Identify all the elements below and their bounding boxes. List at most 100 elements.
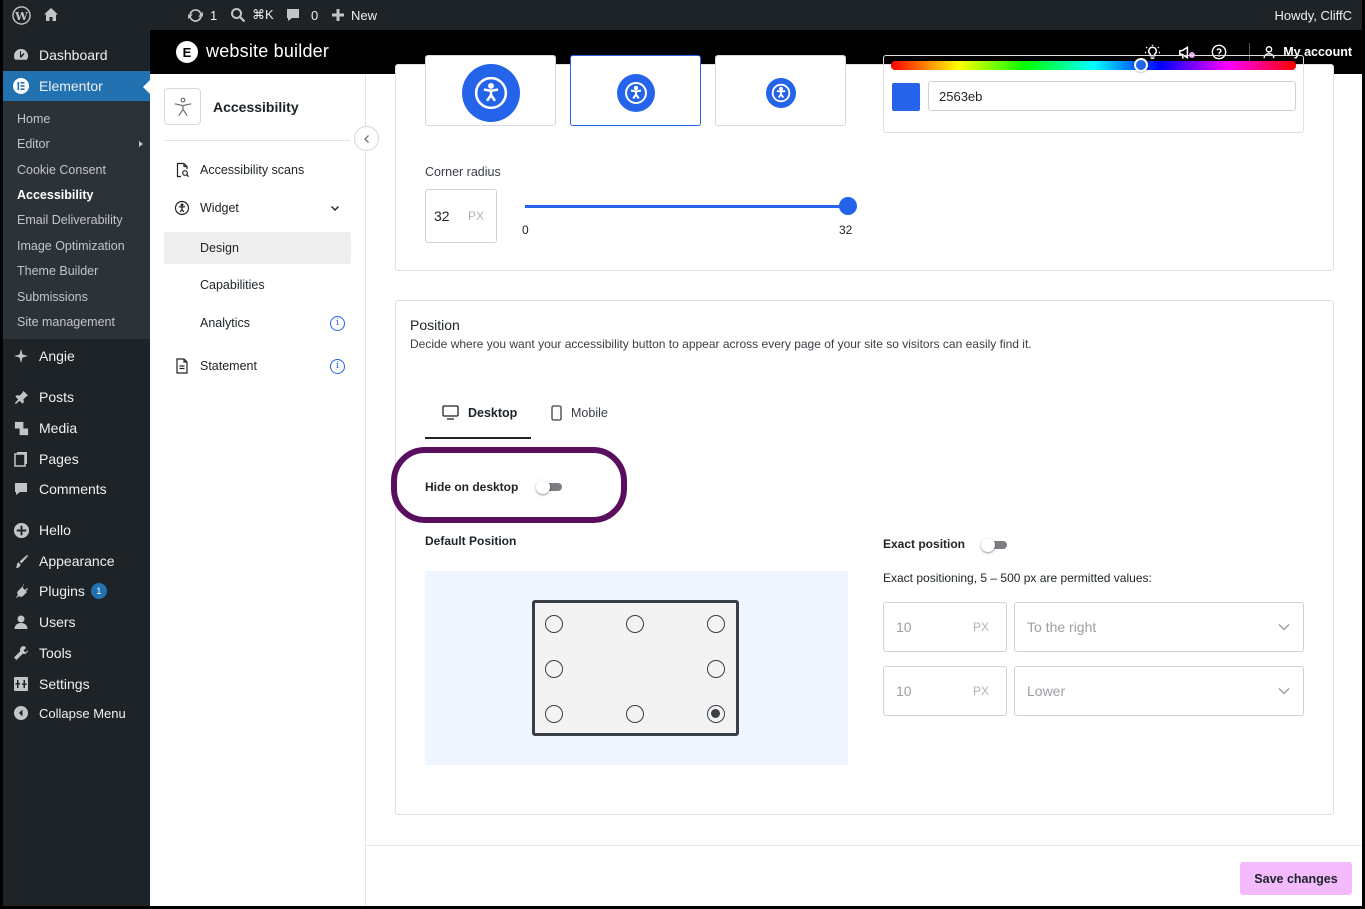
home-icon[interactable]: [43, 0, 59, 30]
corner-radius-slider-track[interactable]: [525, 205, 848, 208]
exact-position-label: Exact position: [883, 537, 966, 551]
submenu-cookie-consent[interactable]: Cookie Consent: [17, 163, 106, 177]
horizontal-direction-select[interactable]: To the right: [1014, 602, 1304, 652]
tab-mobile[interactable]: Mobile: [551, 405, 608, 421]
vertical-direction-select[interactable]: Lower: [1014, 666, 1304, 716]
howdy-user[interactable]: Howdy, CliffC: [1274, 0, 1352, 30]
desktop-icon: [442, 405, 459, 420]
nav-label: Accessibility scans: [200, 163, 305, 177]
submenu-email-deliverability[interactable]: Email Deliverability: [17, 213, 123, 227]
hex-color-input[interactable]: 2563eb: [928, 81, 1296, 111]
position-card: Position Decide where you want your acce…: [391, 300, 1334, 815]
submenu-image-optimization[interactable]: Image Optimization: [17, 239, 125, 253]
nav-accessibility-scans[interactable]: Accessibility scans: [164, 154, 351, 186]
new-content-link[interactable]: New: [331, 0, 377, 30]
position-radio-bottom-left[interactable]: [545, 705, 563, 723]
menu-dashboard[interactable]: Dashboard: [3, 40, 150, 70]
plus-icon: [332, 9, 344, 21]
menu-media[interactable]: Media: [3, 413, 150, 443]
nav-label: Design: [200, 241, 239, 255]
color-picker: 2563eb: [883, 55, 1304, 133]
unit-label: PX: [972, 684, 989, 698]
menu-label: Plugins: [39, 583, 85, 599]
hide-on-desktop-toggle[interactable]: [536, 480, 564, 494]
collapse-sidebar-button[interactable]: [354, 126, 379, 151]
main-content: 2563eb Corner radius 32 PX 0 32 Position…: [366, 55, 1362, 906]
position-radio-top-right[interactable]: [707, 615, 725, 633]
admin-bar: W 1 ⌘K 0 New Howdy, CliffC: [3, 0, 1362, 30]
exact-position-toggle[interactable]: [981, 538, 1009, 552]
position-radio-bottom-right[interactable]: [707, 705, 725, 723]
corner-radius-value: 32: [434, 208, 450, 224]
angie-icon: [3, 347, 39, 365]
divider: [164, 140, 350, 141]
menu-elementor[interactable]: Elementor: [3, 71, 150, 101]
accessibility-button-preview-large: [461, 63, 520, 122]
menu-tools[interactable]: Tools: [3, 638, 150, 668]
info-icon[interactable]: i: [330, 358, 345, 374]
hide-on-desktop-label: Hide on desktop: [425, 480, 519, 494]
menu-label: Appearance: [39, 553, 115, 569]
position-grid-area: [425, 571, 848, 765]
menu-pages[interactable]: Pages: [3, 444, 150, 474]
tab-desktop[interactable]: Desktop: [442, 405, 517, 420]
slider-min-label: 0: [522, 223, 529, 237]
accessibility-person-icon: [624, 81, 647, 104]
position-radio-center-left[interactable]: [545, 660, 563, 678]
hue-slider[interactable]: [891, 61, 1296, 70]
submenu-site-management[interactable]: Site management: [17, 315, 115, 329]
menu-comments[interactable]: Comments: [3, 474, 150, 504]
menu-users[interactable]: Users: [3, 607, 150, 637]
save-changes-button[interactable]: Save changes: [1240, 862, 1352, 895]
position-radio-top-center[interactable]: [626, 615, 644, 633]
updates-link[interactable]: 1: [187, 0, 217, 30]
position-radio-top-left[interactable]: [545, 615, 563, 633]
nav-analytics[interactable]: Analytics i: [164, 307, 351, 339]
wordpress-logo-icon[interactable]: W: [12, 0, 31, 30]
updates-icon: [188, 8, 203, 22]
hue-slider-handle[interactable]: [1134, 58, 1148, 72]
nav-design[interactable]: Design: [164, 232, 351, 264]
app-title: website builder: [206, 41, 330, 61]
menu-settings[interactable]: Settings: [3, 669, 150, 699]
nav-capabilities[interactable]: Capabilities: [164, 269, 351, 301]
position-radio-center-right[interactable]: [707, 660, 725, 678]
color-swatch: [892, 83, 920, 111]
hex-value: 2563eb: [939, 88, 983, 104]
nav-statement[interactable]: Statement i: [164, 350, 351, 382]
icon-size-large-option[interactable]: [425, 55, 556, 126]
corner-radius-input[interactable]: 32 PX: [425, 189, 497, 243]
comments-link[interactable]: 0: [285, 0, 318, 30]
menu-plugins[interactable]: Plugins 1: [3, 576, 150, 606]
menu-angie[interactable]: Angie: [3, 341, 150, 371]
menu-label: Media: [39, 420, 78, 436]
chevron-down-icon: [1278, 687, 1290, 695]
accessibility-person-icon: [474, 76, 507, 109]
submenu-submissions[interactable]: Submissions: [17, 290, 88, 304]
icon-size-small-option[interactable]: [715, 55, 846, 126]
menu-hello[interactable]: Hello: [3, 515, 150, 545]
accessibility-person-icon: [771, 83, 790, 102]
icon-size-medium-option[interactable]: [570, 55, 701, 126]
menu-appearance[interactable]: Appearance: [3, 546, 150, 576]
corner-radius-slider-handle[interactable]: [839, 197, 857, 215]
nav-label: Analytics: [200, 316, 251, 330]
document-icon: [164, 358, 200, 374]
hello-plus-icon: [3, 522, 39, 539]
elementor-submenu: Home Editor Cookie Consent Accessibility…: [3, 101, 150, 339]
menu-collapse[interactable]: Collapse Menu: [3, 698, 150, 728]
search-link[interactable]: ⌘K: [230, 0, 274, 30]
menu-label: Dashboard: [39, 47, 108, 63]
submenu-theme-builder[interactable]: Theme Builder: [17, 264, 98, 278]
position-radio-bottom-center[interactable]: [626, 705, 644, 723]
submenu-home[interactable]: Home: [17, 112, 50, 126]
submenu-editor[interactable]: Editor: [17, 137, 143, 151]
new-label: New: [351, 7, 378, 23]
menu-posts[interactable]: Posts: [3, 382, 150, 412]
info-icon[interactable]: i: [330, 315, 345, 331]
submenu-accessibility[interactable]: Accessibility: [17, 188, 93, 202]
nav-widget[interactable]: Widget: [164, 192, 351, 224]
horizontal-offset-input[interactable]: 10 PX: [883, 602, 1007, 652]
paintbrush-icon: [3, 553, 39, 570]
vertical-offset-input[interactable]: 10 PX: [883, 666, 1007, 716]
